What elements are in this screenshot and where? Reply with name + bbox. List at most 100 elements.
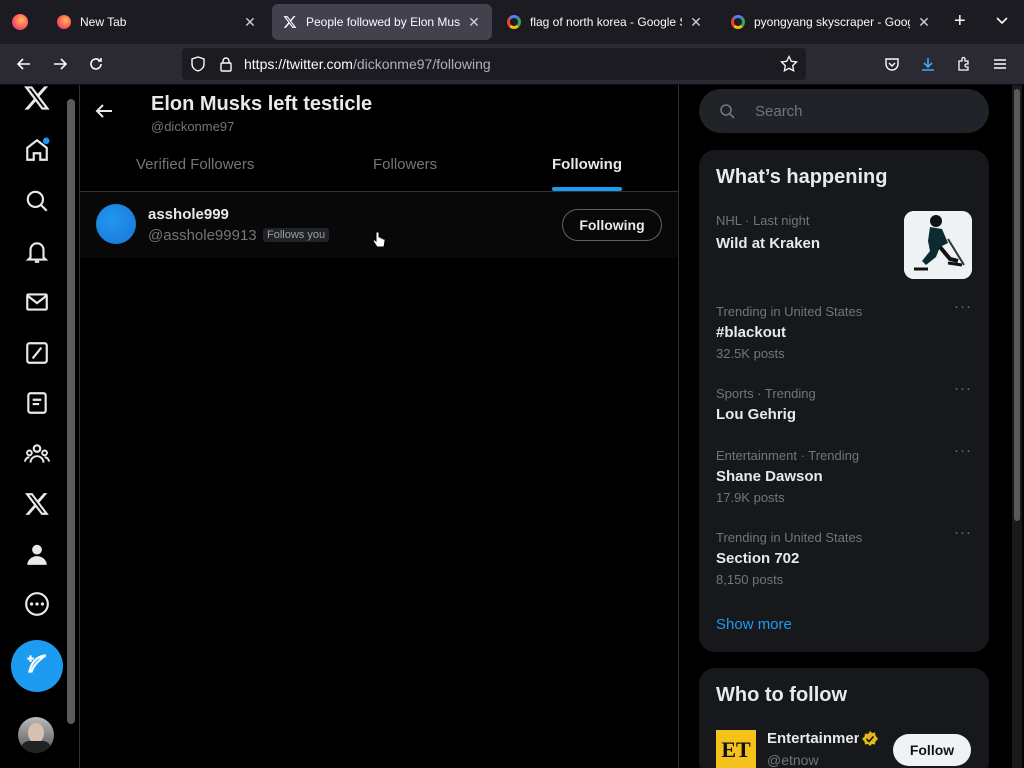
- avatar[interactable]: [96, 204, 136, 244]
- trend-meta: Entertainment · Trending: [716, 448, 860, 463]
- profile-icon[interactable]: [22, 539, 52, 569]
- list-all-tabs-icon[interactable]: [994, 12, 1010, 33]
- close-icon[interactable]: ✕: [466, 14, 482, 31]
- user-name[interactable]: asshole999: [148, 206, 229, 223]
- following-button[interactable]: Following: [562, 209, 662, 241]
- main-column: Elon Musks left testicle @dickonme97 Ver…: [80, 85, 679, 768]
- suggested-account-name[interactable]: Entertainment Tonight: [767, 730, 859, 747]
- x-logo-icon: [282, 14, 298, 30]
- who-to-follow-panel: Who to follow ET Entertainment Tonight @…: [699, 668, 989, 768]
- trend-meta: Sports · Trending: [716, 386, 816, 401]
- account-avatar[interactable]: [18, 717, 54, 753]
- mail-icon[interactable]: [22, 287, 52, 317]
- panel-title: Who to follow: [716, 684, 848, 706]
- firefox-menu-icon[interactable]: [12, 14, 28, 30]
- tab-flag-search[interactable]: flag of north korea - Google Search ✕: [496, 4, 714, 40]
- downloads-icon[interactable]: [916, 52, 940, 76]
- close-icon[interactable]: ✕: [242, 14, 258, 31]
- extensions-icon[interactable]: [952, 52, 976, 76]
- firefox-icon: [56, 14, 72, 30]
- follow-tabs: Verified Followers Followers Following: [80, 141, 678, 192]
- avatar-body: [21, 741, 51, 753]
- trend-thumbnail[interactable]: [904, 211, 972, 279]
- browser-nav-bar: https://twitter.com/dickonme97/following: [0, 44, 1024, 85]
- new-tab-icon[interactable]: +: [954, 10, 966, 33]
- google-icon: [730, 14, 746, 30]
- google-icon: [506, 14, 522, 30]
- tab-title: New Tab: [80, 15, 127, 29]
- back-arrow-icon[interactable]: [94, 101, 118, 125]
- profile-handle: @dickonme97: [151, 119, 235, 134]
- x-logo-icon[interactable]: [22, 83, 52, 113]
- url-host: https://twitter.com: [244, 56, 353, 72]
- search-icon: [719, 103, 735, 124]
- left-nav-scrollbar[interactable]: [67, 99, 75, 724]
- close-icon[interactable]: ✕: [916, 14, 932, 31]
- url-path: /dickonme97/following: [352, 56, 491, 72]
- page-scrollbar[interactable]: [1012, 85, 1022, 768]
- hockey-player-image: [904, 211, 972, 279]
- trend-meta: Trending in United States: [716, 530, 863, 545]
- browser-tab-bar: New Tab ✕ People followed by Elon Musks …: [0, 0, 1024, 44]
- whats-happening-panel: What’s happening NHL · Last night Wild a…: [699, 150, 989, 652]
- communities-icon[interactable]: [22, 439, 52, 469]
- search-input[interactable]: Search: [699, 89, 989, 133]
- trend-count: 17.9K posts: [716, 490, 785, 505]
- feather-plus-icon: [24, 651, 50, 682]
- trend-count: 8,150 posts: [716, 572, 784, 587]
- verified-badge-icon: [861, 730, 879, 753]
- trend-name[interactable]: #blackout: [716, 324, 786, 341]
- compose-post-button[interactable]: [11, 640, 63, 692]
- bookmark-star-icon[interactable]: [780, 54, 798, 78]
- more-circle-icon[interactable]: [22, 589, 52, 619]
- tab-title: flag of north korea - Google Search: [530, 15, 682, 29]
- et-logo[interactable]: ET: [716, 730, 756, 768]
- tab-following[interactable]: Following: [552, 156, 622, 173]
- search-icon[interactable]: [22, 186, 52, 216]
- trend-name[interactable]: Section 702: [716, 550, 799, 567]
- close-icon[interactable]: ✕: [688, 14, 704, 31]
- trend-meta: NHL · Last night: [716, 213, 810, 228]
- grok-icon[interactable]: [22, 338, 52, 368]
- tab-followers[interactable]: Followers: [373, 156, 437, 173]
- scrollbar-thumb[interactable]: [1014, 89, 1020, 521]
- hamburger-menu-icon[interactable]: [988, 52, 1012, 76]
- pocket-icon[interactable]: [880, 52, 904, 76]
- trend-count: 32.5K posts: [716, 346, 785, 361]
- right-sidebar: Search What’s happening NHL · Last night…: [679, 85, 1024, 768]
- reload-icon[interactable]: [84, 52, 108, 76]
- bell-icon[interactable]: [22, 237, 52, 267]
- more-dots-icon[interactable]: ···: [954, 298, 972, 315]
- tab-verified-followers[interactable]: Verified Followers: [136, 156, 254, 173]
- forward-icon[interactable]: [48, 52, 72, 76]
- shield-icon[interactable]: [190, 56, 206, 77]
- trend-name[interactable]: Shane Dawson: [716, 468, 823, 485]
- premium-x-icon[interactable]: [22, 489, 52, 519]
- url-text[interactable]: https://twitter.com/dickonme97/following: [244, 56, 491, 72]
- suggested-account-handle[interactable]: @etnow: [767, 752, 819, 768]
- hand-cursor-icon: [372, 231, 386, 254]
- more-dots-icon[interactable]: ···: [954, 524, 972, 541]
- panel-title: What’s happening: [716, 166, 888, 188]
- home-icon[interactable]: [22, 135, 52, 165]
- more-dots-icon[interactable]: ···: [954, 380, 972, 397]
- user-handle[interactable]: @asshole99913: [148, 227, 257, 244]
- tab-title: People followed by Elon Musks left testi…: [306, 15, 460, 29]
- url-bar[interactable]: https://twitter.com/dickonme97/following: [182, 48, 806, 80]
- tab-title: pyongyang skyscraper - Google Search: [754, 15, 910, 29]
- left-navigation: [0, 85, 80, 768]
- more-dots-icon[interactable]: ···: [954, 442, 972, 459]
- tab-twitter-following[interactable]: People followed by Elon Musks left testi…: [272, 4, 492, 40]
- show-more-link[interactable]: Show more: [716, 616, 792, 633]
- trend-name[interactable]: Lou Gehrig: [716, 406, 796, 423]
- lists-icon[interactable]: [22, 388, 52, 418]
- trend-name[interactable]: Wild at Kraken: [716, 235, 820, 252]
- trend-meta: Trending in United States: [716, 304, 863, 319]
- back-icon[interactable]: [12, 52, 36, 76]
- tab-new-tab[interactable]: New Tab ✕: [46, 4, 268, 40]
- page-title: Elon Musks left testicle: [151, 93, 373, 115]
- follows-you-badge: Follows you: [263, 228, 330, 242]
- lock-icon[interactable]: [218, 56, 234, 77]
- follow-button[interactable]: Follow: [893, 734, 971, 766]
- tab-pyongyang-search[interactable]: pyongyang skyscraper - Google Search ✕: [720, 4, 942, 40]
